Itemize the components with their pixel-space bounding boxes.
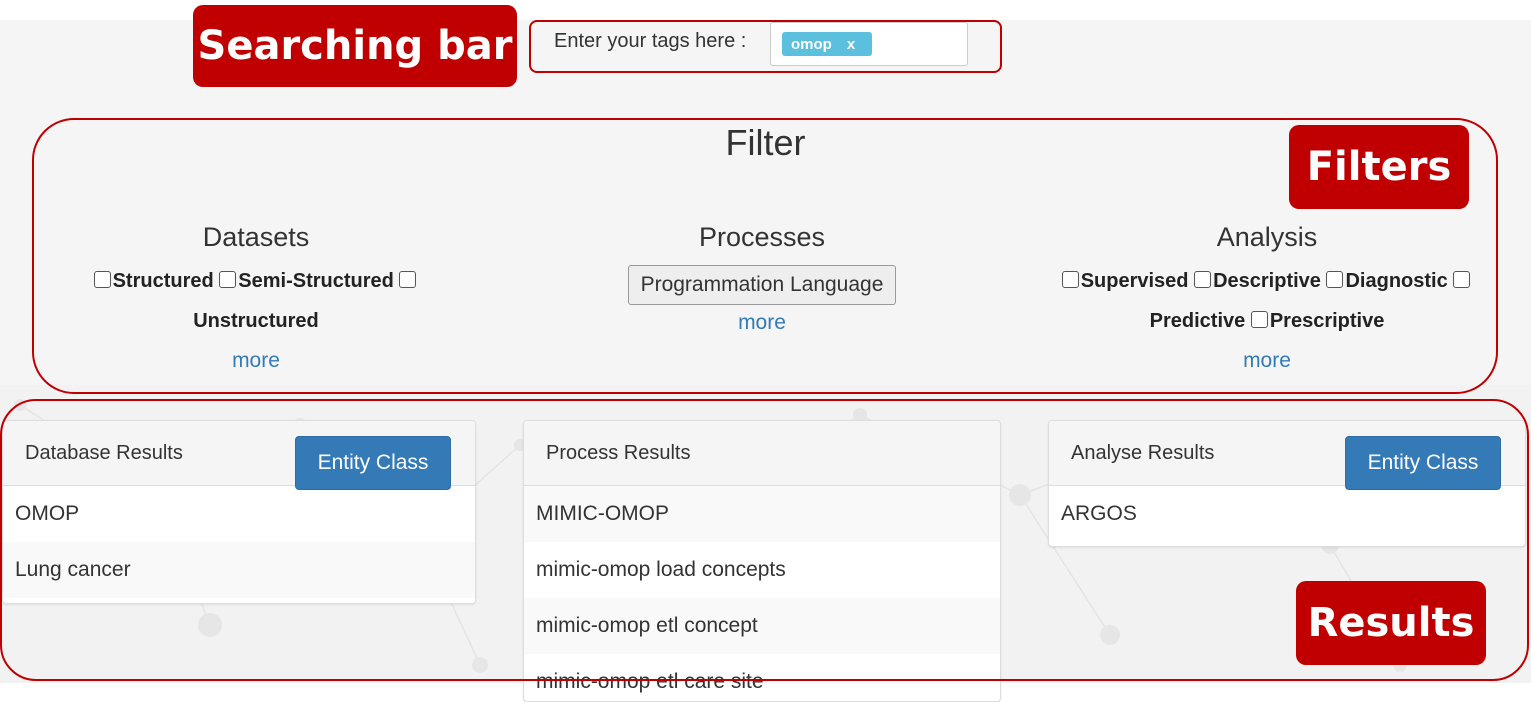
analysis-heading: Analysis bbox=[1216, 222, 1318, 252]
checkbox-descriptive[interactable]: Descriptive bbox=[1194, 270, 1321, 292]
processes-filter: Processes Programmation Language more bbox=[600, 222, 924, 335]
analyse-entity-class-button[interactable]: Entity Class bbox=[1345, 436, 1501, 490]
datasets-heading: Datasets bbox=[202, 222, 310, 252]
checkbox-prescriptive[interactable]: Prescriptive bbox=[1250, 310, 1384, 332]
searching-bar-annotation-label: Searching bar bbox=[193, 5, 517, 87]
tag-label: omop bbox=[791, 35, 832, 53]
checkbox-unstructured-label: Unstructured bbox=[193, 310, 319, 332]
datasets-more-link[interactable]: more bbox=[70, 349, 442, 373]
checkbox-diagnostic[interactable]: Diagnostic bbox=[1326, 270, 1448, 292]
checkbox-supervised[interactable]: Supervised bbox=[1061, 270, 1189, 292]
processes-more-link[interactable]: more bbox=[600, 311, 924, 335]
analysis-filter: Analysis Supervised Descriptive Diagnost… bbox=[1030, 222, 1504, 373]
tag-remove-icon[interactable]: x bbox=[847, 36, 855, 53]
analysis-options: Supervised Descriptive Diagnostic Predic… bbox=[1030, 261, 1504, 341]
search-prompt-label: Enter your tags here : bbox=[554, 30, 747, 52]
tag-chip: omop x bbox=[782, 32, 872, 56]
processes-heading: Processes bbox=[698, 222, 826, 252]
checkbox-predictive-box[interactable] bbox=[1453, 270, 1472, 292]
checkbox-structured[interactable]: Structured bbox=[93, 270, 214, 292]
database-entity-class-button[interactable]: Entity Class bbox=[295, 436, 451, 490]
datasets-options: Structured Semi-Structured Unstructured bbox=[70, 261, 442, 341]
checkbox-predictive-label: Predictive bbox=[1149, 310, 1246, 332]
programmation-language-button[interactable]: Programmation Language bbox=[627, 265, 897, 305]
checkbox-semi-structured[interactable]: Semi-Structured bbox=[219, 270, 394, 292]
analysis-more-link[interactable]: more bbox=[1030, 349, 1504, 373]
results-annotation-label: Results bbox=[1296, 581, 1486, 665]
checkbox-unstructured-box[interactable] bbox=[399, 270, 418, 292]
tags-input[interactable]: omop x bbox=[770, 22, 968, 66]
filter-title: Filter bbox=[725, 122, 806, 163]
datasets-filter: Datasets Structured Semi-Structured Unst… bbox=[70, 222, 442, 373]
